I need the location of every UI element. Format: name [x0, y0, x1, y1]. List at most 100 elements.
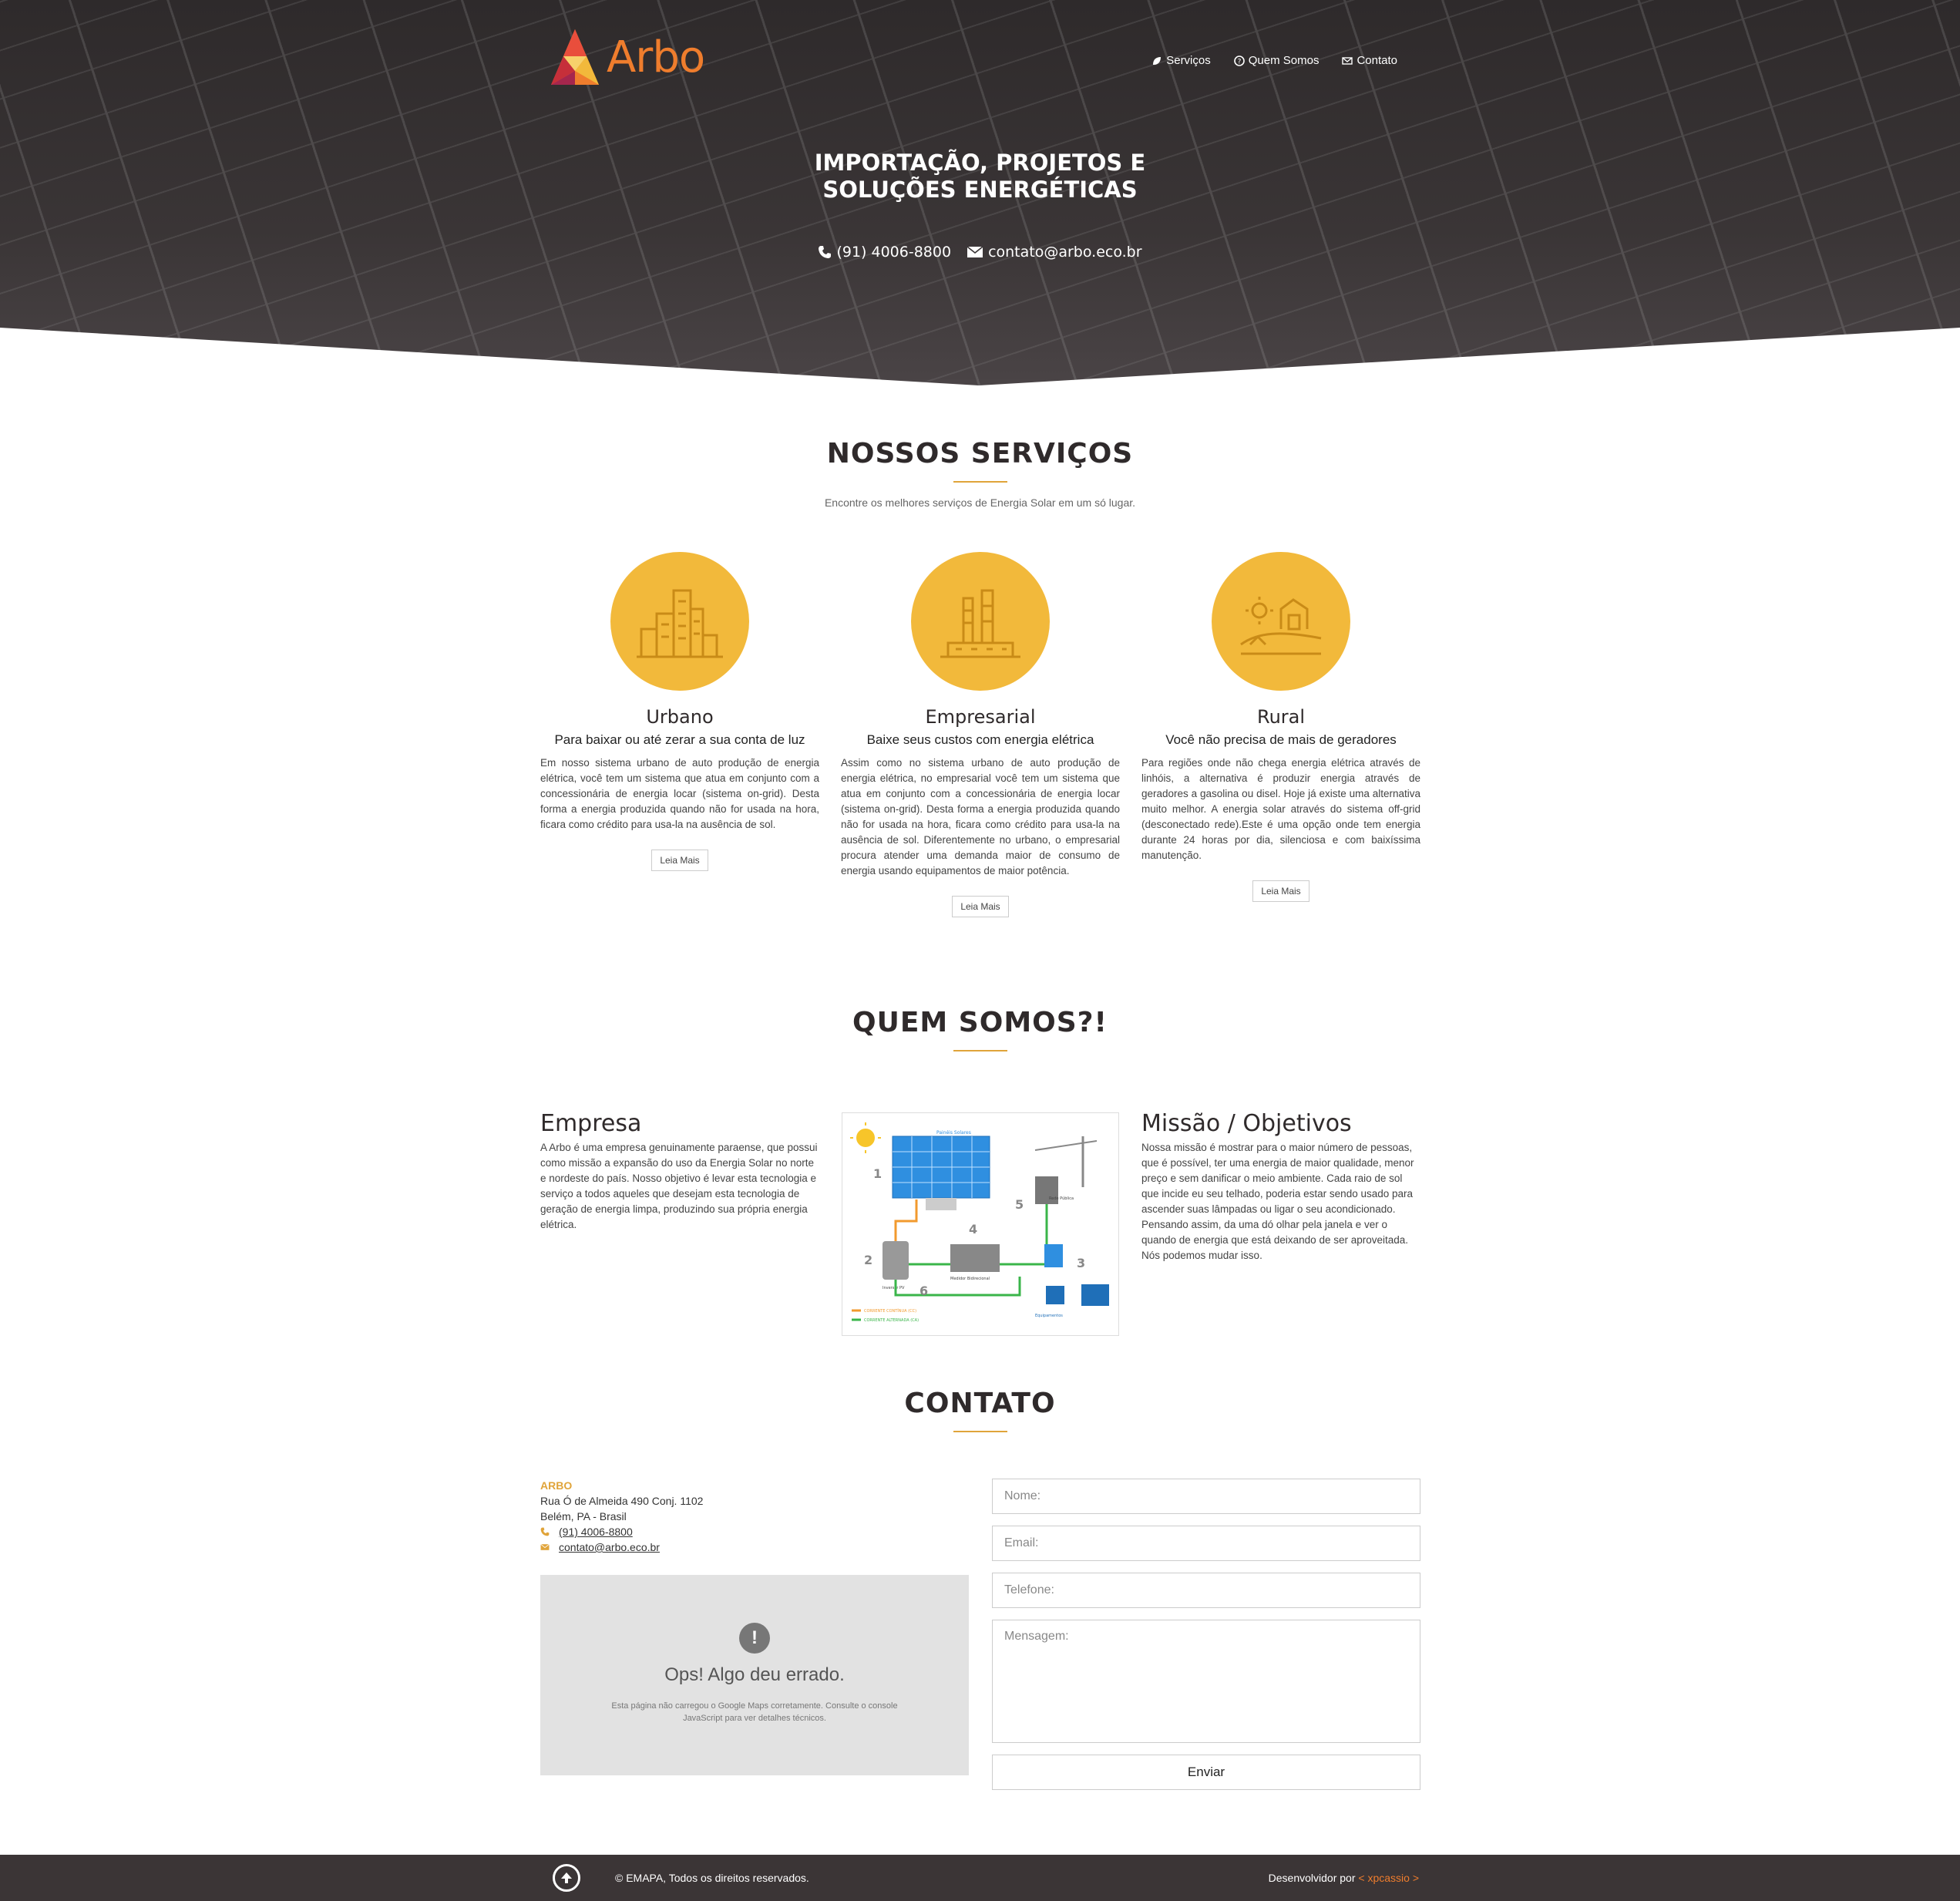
- nav-quem-somos[interactable]: ? Quem Somos: [1233, 54, 1320, 67]
- nav-contato[interactable]: Contato: [1342, 54, 1397, 67]
- hero-title-line1: IMPORTAÇÃO, PROJETOS E: [814, 150, 1146, 176]
- hero-email-text: contato@arbo.eco.br: [988, 244, 1142, 261]
- diagram-step-6: 6: [919, 1284, 928, 1298]
- about-title-underline: [953, 1050, 1007, 1051]
- services-title: NOSSOS SERVIÇOS: [826, 438, 1134, 469]
- hero-title: IMPORTAÇÃO, PROJETOS E SOLUÇÕES ENERGÉTI…: [0, 150, 1960, 204]
- inverter-icon: [883, 1241, 909, 1280]
- envelope-icon: [967, 246, 983, 257]
- name-input[interactable]: [992, 1479, 1420, 1514]
- message-textarea[interactable]: [992, 1620, 1420, 1743]
- service-text: Em nosso sistema urbano de auto produção…: [540, 757, 819, 830]
- farm-icon: [1212, 552, 1350, 691]
- services-title-underline: [953, 481, 1007, 483]
- company-name: ARBO: [540, 1479, 573, 1492]
- diagram-step-4: 4: [969, 1222, 977, 1236]
- contact-email-row: contato@arbo.eco.br: [540, 1539, 703, 1555]
- service-tagline: Baixe seus custos com energia elétrica: [866, 732, 1094, 747]
- hero-phone-text: (91) 4006-8800: [836, 244, 952, 261]
- logo[interactable]: Arbo: [550, 28, 705, 86]
- contact-email-link[interactable]: contato@arbo.eco.br: [559, 1539, 660, 1555]
- meter-icon: [950, 1244, 1000, 1272]
- service-card-urbano: Urbano Para baixar ou até zerar a sua co…: [540, 552, 819, 871]
- hero-title-line2: SOLUÇÕES ENERGÉTICAS: [822, 177, 1138, 203]
- submit-button[interactable]: Enviar: [992, 1755, 1420, 1790]
- diagram-legend-dc: CORRENTE CONTÍNUA (CC): [864, 1308, 916, 1314]
- missao-title: Missão / Objetivos: [1141, 1110, 1352, 1137]
- nav-contato-label: Contato: [1357, 54, 1397, 67]
- service-name: Urbano: [646, 706, 714, 728]
- hero-phone[interactable]: (91) 4006-8800: [818, 244, 951, 261]
- contact-phone-link[interactable]: (91) 4006-8800: [559, 1524, 633, 1539]
- footer-developer: Desenvolvidor por < xpcassio >: [1269, 1872, 1419, 1884]
- scroll-top-button[interactable]: [553, 1864, 580, 1892]
- diagram-step-1: 1: [873, 1166, 882, 1181]
- read-more-button-empresarial[interactable]: Leia Mais: [952, 896, 1009, 917]
- empresa-text: A Arbo é uma empresa genuinamente paraen…: [540, 1142, 818, 1230]
- service-tagline: Você não precisa de mais de geradores: [1165, 732, 1397, 747]
- service-name: Rural: [1256, 706, 1306, 728]
- phone-input[interactable]: [992, 1573, 1420, 1608]
- services-subtitle: Encontre os melhores serviços de Energia…: [824, 496, 1136, 509]
- computer-icon: [1081, 1284, 1109, 1306]
- diagram-label-equipment: Equipamentos: [1035, 1314, 1063, 1318]
- address-line1: Rua Ó de Almeida 490 Conj. 1102: [540, 1495, 704, 1507]
- diagram-label-panel: Painéis Solares: [936, 1130, 971, 1136]
- envelope-icon: [540, 1543, 550, 1550]
- hero-contacts: (91) 4006-8800 contato@arbo.eco.br: [0, 244, 1960, 261]
- contact-title-underline: [953, 1431, 1007, 1432]
- nav-quem-somos-label: Quem Somos: [1248, 54, 1320, 67]
- diagram-legend-ac: CORRENTE ALTERNADA (CA): [864, 1318, 919, 1323]
- contact-title: CONTATO: [904, 1388, 1056, 1419]
- read-more-button-urbano[interactable]: Leia Mais: [651, 850, 708, 871]
- svg-text:?: ?: [1237, 58, 1241, 66]
- map-error-text: Esta página não carregou o Google Maps c…: [611, 1701, 898, 1723]
- footer-copyright: © EMAPA, Todos os direitos reservados.: [615, 1872, 809, 1884]
- address-line2: Belém, PA - Brasil: [540, 1510, 627, 1522]
- developer-prefix: Desenvolvidor por: [1268, 1872, 1356, 1884]
- service-card-empresarial: Empresarial Baixe seus custos com energi…: [841, 552, 1120, 917]
- sun-icon: [856, 1129, 875, 1147]
- developer-link[interactable]: < xpcassio >: [1358, 1872, 1419, 1884]
- about-empresa: Empresa A Arbo é uma empresa genuinament…: [540, 1110, 819, 1233]
- solar-system-diagram: Painéis Solares Rede Pública Inversor PV…: [842, 1112, 1119, 1336]
- phone-icon: [819, 246, 832, 258]
- diagram-step-5: 5: [1015, 1197, 1024, 1212]
- envelope-icon: [1342, 56, 1353, 65]
- diagram-label-meter: Medidor Bidirecional: [950, 1277, 990, 1281]
- leaf-icon: [1153, 56, 1162, 65]
- service-text: Para regiões onde não chega energia elét…: [1141, 757, 1420, 861]
- main-nav: Serviços ? Quem Somos Contato: [1151, 54, 1397, 67]
- missao-text: Nossa missão é mostrar para o maior núme…: [1141, 1142, 1414, 1261]
- phone-icon: [540, 1527, 550, 1536]
- factory-icon: [911, 552, 1050, 691]
- service-name: Empresarial: [925, 706, 1036, 728]
- contact-phone-row: (91) 4006-8800: [540, 1524, 703, 1539]
- nav-servicos[interactable]: Serviços: [1151, 54, 1211, 67]
- diagram-step-2: 2: [864, 1253, 872, 1267]
- arrow-up-icon: [561, 1872, 572, 1883]
- service-tagline: Para baixar ou até zerar a sua conta de …: [554, 732, 805, 747]
- nav-servicos-label: Serviços: [1166, 54, 1211, 67]
- map-error-panel: ! Ops! Algo deu errado. Esta página não …: [540, 1575, 969, 1775]
- about-missao: Missão / Objetivos Nossa missão é mostra…: [1141, 1110, 1420, 1263]
- map-error-title: Ops! Algo deu errado.: [664, 1664, 845, 1685]
- email-input[interactable]: [992, 1526, 1420, 1561]
- service-text: Assim como no sistema urbano de auto pro…: [841, 757, 1120, 876]
- diagram-step-3: 3: [1077, 1256, 1085, 1270]
- address-block: ARBO Rua Ó de Almeida 490 Conj. 1102 Bel…: [540, 1478, 703, 1555]
- service-card-rural: Rural Você não precisa de mais de gerado…: [1141, 552, 1420, 902]
- alert-icon: !: [739, 1623, 770, 1654]
- empresa-title: Empresa: [540, 1110, 642, 1137]
- diagram-label-inverter: Inversor PV: [883, 1286, 905, 1290]
- city-icon: [610, 552, 749, 691]
- footer: © EMAPA, Todos os direitos reservados. D…: [0, 1855, 1960, 1901]
- question-icon: ?: [1233, 55, 1245, 66]
- about-title: QUEM SOMOS?!: [852, 1007, 1108, 1038]
- hero-email[interactable]: contato@arbo.eco.br: [967, 244, 1142, 261]
- read-more-button-rural[interactable]: Leia Mais: [1252, 880, 1309, 902]
- hero-section: Arbo Serviços ? Quem Somos Contato IMPOR…: [0, 0, 1960, 385]
- logo-text: Arbo: [607, 32, 705, 82]
- diagram-label-grid: Rede Pública: [1049, 1196, 1074, 1201]
- logo-triangle-icon: [551, 29, 599, 85]
